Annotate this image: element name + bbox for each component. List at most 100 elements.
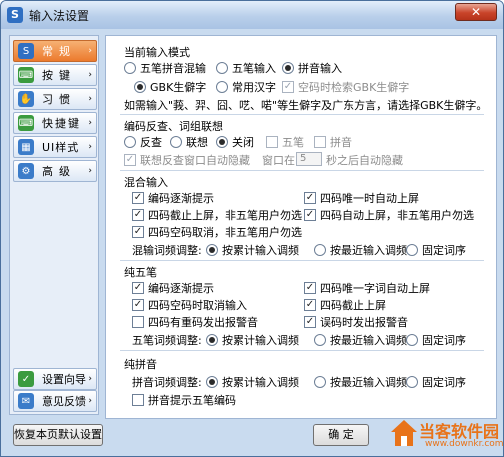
radio-pinyin-freq-cumulative[interactable]: 按累计输入调频: [206, 374, 299, 390]
hands-icon: ✋: [18, 91, 34, 107]
checkbox-auto-hide[interactable]: ✓ 联想反查窗口自动隐藏: [124, 152, 250, 168]
radio-icon: [124, 136, 136, 148]
divider: [120, 170, 484, 171]
checkbox-label: 编码逐渐提示: [148, 192, 214, 205]
radio-icon: [406, 244, 418, 256]
checkmark-icon: ✓: [282, 81, 294, 93]
seconds-suffix-label: 秒之后自动隐藏: [326, 154, 403, 167]
checkmark-icon: ✓: [132, 299, 144, 311]
title-bar[interactable]: S 输入法设置 ✕: [1, 1, 503, 29]
radio-icon: [314, 376, 326, 388]
section-title-input-mode: 当前输入模式: [124, 46, 190, 59]
checkbox-icon: [132, 394, 144, 406]
divider: [120, 350, 484, 351]
checkbox-mixed-four-truncate[interactable]: ✓ 四码截止上屏，非五笔用户勿选: [132, 207, 302, 223]
radio-icon: [124, 62, 136, 74]
radio-pinyin[interactable]: 拼音输入: [282, 60, 342, 76]
radio-icon: [206, 244, 218, 256]
radio-gbk[interactable]: GBK生僻字: [134, 79, 206, 95]
section-title-wubi: 纯五笔: [124, 266, 157, 279]
setup-wizard-button[interactable]: ✓ 设置向导 ›: [13, 368, 97, 390]
radio-label: 按累计输入调频: [222, 334, 299, 347]
radio-icon: [314, 334, 326, 346]
checkbox-wubi-duplicate-beep[interactable]: 四码有重码发出报警音: [132, 314, 258, 330]
checkbox-wubi-four-truncate[interactable]: ✓ 四码截止上屏: [304, 297, 386, 313]
radio-icon: [406, 376, 418, 388]
checkbox-wubi-wrong-code-beep[interactable]: ✓ 误码时发出报警音: [304, 314, 408, 330]
radio-off[interactable]: 关闭: [216, 134, 254, 150]
radio-icon: [216, 62, 228, 74]
checkmark-icon: ✓: [304, 316, 316, 328]
radio-icon: [170, 136, 182, 148]
checkbox-wubi-four-unique-word[interactable]: ✓ 四码唯一字词自动上屏: [304, 280, 430, 296]
sidebar-item-habits[interactable]: ✋ 习惯 ›: [13, 88, 97, 110]
checkmark-icon: ✓: [132, 282, 144, 294]
keyboard-shortcut-icon: ⌨: [18, 115, 34, 131]
checkbox-mixed-four-unique[interactable]: ✓ 四码唯一时自动上屏: [304, 190, 419, 206]
wubi-freq-label: 五笔词频调整:: [132, 334, 202, 347]
checkbox-label: 拼音: [330, 136, 352, 149]
gbk-hint-text: 如需输入"莪、羿、囧、呓、喏"等生僻字及广东方言，请选择GBK生僻字。: [124, 99, 488, 112]
checkbox-mixed-four-empty-cancel[interactable]: ✓ 四码空码取消，非五笔用户勿选: [132, 224, 302, 240]
watermark-url: www.downkr.com: [425, 439, 504, 449]
checkmark-icon: ✓: [304, 282, 316, 294]
sidebar-item-advanced[interactable]: ⚙ 高级 ›: [13, 160, 97, 182]
window-in-label: 窗口在: [262, 154, 295, 167]
sidebar-item-ui-style[interactable]: ▦ UI样式 ›: [13, 136, 97, 158]
checkbox-label: 四码空码时取消输入: [148, 299, 247, 312]
pinyin-s-icon: S: [18, 43, 34, 59]
checkbox-wubi-code-hint[interactable]: ✓ 编码逐渐提示: [132, 280, 214, 296]
checkbox-label: 拼音提示五笔编码: [148, 394, 236, 407]
checkbox-label: 编码逐渐提示: [148, 282, 214, 295]
sidebar-item-label: 常规: [42, 45, 76, 58]
radio-icon: [282, 62, 294, 74]
ok-button[interactable]: 确 定: [313, 424, 369, 446]
radio-icon: [406, 334, 418, 346]
sidebar-item-label: 按键: [42, 69, 76, 82]
chevron-right-icon: ›: [88, 70, 92, 80]
window-title: 输入法设置: [29, 8, 90, 23]
section-title-pinyin: 纯拼音: [124, 358, 157, 371]
sidebar-item-keys[interactable]: ⌨ 按键 ›: [13, 64, 97, 86]
checkbox-pinyin-wubi-hint[interactable]: 拼音提示五笔编码: [132, 392, 236, 408]
close-button[interactable]: ✕: [455, 3, 497, 21]
feedback-button[interactable]: ✉ 意见反馈 ›: [13, 390, 97, 412]
radio-mixed-freq-recent[interactable]: 按最近输入调频: [314, 242, 407, 258]
checkbox-mixed-code-hint[interactable]: ✓ 编码逐渐提示: [132, 190, 214, 206]
checkbox-label: 误码时发出报警音: [320, 316, 408, 329]
checkbox-empty-code-gbk[interactable]: ✓ 空码时检索GBK生僻字: [282, 79, 409, 95]
radio-label: 按累计输入调频: [222, 376, 299, 389]
radio-icon: [216, 81, 228, 93]
radio-associate[interactable]: 联想: [170, 134, 208, 150]
sidebar-item-label: 快捷键: [42, 117, 81, 130]
checkbox-wubi-four-empty-cancel[interactable]: ✓ 四码空码时取消输入: [132, 297, 247, 313]
checkbox-reverse-wubi[interactable]: 五笔: [266, 134, 304, 150]
radio-pinyin-freq-recent[interactable]: 按最近输入调频: [314, 374, 407, 390]
divider: [120, 260, 484, 261]
sidebar-item-shortcuts[interactable]: ⌨ 快捷键 ›: [13, 112, 97, 134]
radio-icon: [216, 136, 228, 148]
radio-wubi-freq-fixed[interactable]: 固定词序: [406, 332, 466, 348]
radio-wubi-freq-recent[interactable]: 按最近输入调频: [314, 332, 407, 348]
feedback-icon: ✉: [18, 393, 34, 409]
hide-seconds-input[interactable]: 5: [296, 152, 322, 166]
divider: [120, 114, 484, 115]
radio-mixed-freq-cumulative[interactable]: 按累计输入调频: [206, 242, 299, 258]
radio-label: 按最近输入调频: [330, 244, 407, 257]
sidebar-item-general[interactable]: S 常规 ›: [13, 40, 97, 62]
radio-wubi-pinyin[interactable]: 五笔拼音混输: [124, 60, 206, 76]
radio-wubi[interactable]: 五笔输入: [216, 60, 276, 76]
radio-common-chars[interactable]: 常用汉字: [216, 79, 276, 95]
radio-reverse[interactable]: 反查: [124, 134, 162, 150]
sidebar-item-label: UI样式: [42, 141, 80, 154]
pinyin-freq-label: 拼音词频调整:: [132, 376, 202, 389]
radio-wubi-freq-cumulative[interactable]: 按累计输入调频: [206, 332, 299, 348]
restore-defaults-button[interactable]: 恢复本页默认设置: [13, 424, 103, 446]
checkbox-reverse-pinyin[interactable]: 拼音: [314, 134, 352, 150]
grid-icon: ▦: [18, 139, 34, 155]
checkbox-label: 四码截止上屏: [320, 299, 386, 312]
checkbox-mixed-four-auto[interactable]: ✓ 四码自动上屏，非五笔用户勿选: [304, 207, 474, 223]
sidebar: S 常规 › ⌨ 按键 › ✋ 习惯 › ⌨ 快捷键 › ▦ UI样式 › ⚙ …: [9, 35, 99, 415]
radio-pinyin-freq-fixed[interactable]: 固定词序: [406, 374, 466, 390]
radio-mixed-freq-fixed[interactable]: 固定词序: [406, 242, 466, 258]
